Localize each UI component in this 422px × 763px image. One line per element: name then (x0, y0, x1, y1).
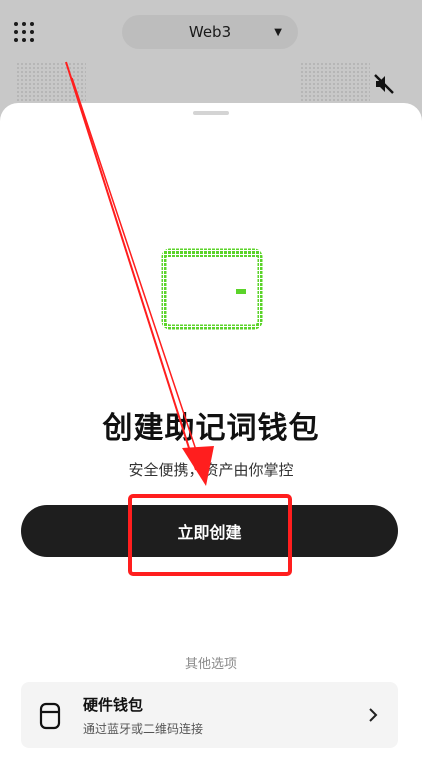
hardware-wallet-option[interactable]: 硬件钱包 通过蓝牙或二维码连接 (21, 682, 398, 748)
network-selector[interactable]: Web3 ▼ (122, 15, 298, 49)
hardware-wallet-title: 硬件钱包 (83, 696, 144, 714)
create-now-button[interactable]: 立即创建 (21, 505, 398, 557)
sheet-title: 创建助记词钱包 (102, 411, 320, 446)
texture-right (300, 62, 370, 102)
caret-down-icon: ▼ (274, 27, 282, 38)
sheet-grabber[interactable] (193, 111, 229, 115)
sheet-subtitle: 安全便携，资产由你掌控 (128, 461, 294, 479)
wallet-illustration-icon (161, 248, 263, 330)
network-label: Web3 (188, 23, 232, 41)
other-options-label: 其他选项 (184, 657, 237, 672)
create-now-label: 立即创建 (177, 523, 242, 542)
chevron-right-icon (369, 708, 378, 722)
hardware-wallet-subtitle: 通过蓝牙或二维码连接 (83, 722, 204, 736)
texture-left (16, 62, 86, 102)
background-header: Web3 ▼ (0, 0, 422, 102)
create-wallet-sheet: 创建助记词钱包 安全便携，资产由你掌控 立即创建 其他选项 硬件钱包 通过蓝牙或… (0, 103, 422, 763)
grid-menu-icon[interactable] (14, 22, 34, 42)
mute-icon[interactable] (372, 72, 396, 96)
hardware-wallet-icon (39, 702, 61, 730)
